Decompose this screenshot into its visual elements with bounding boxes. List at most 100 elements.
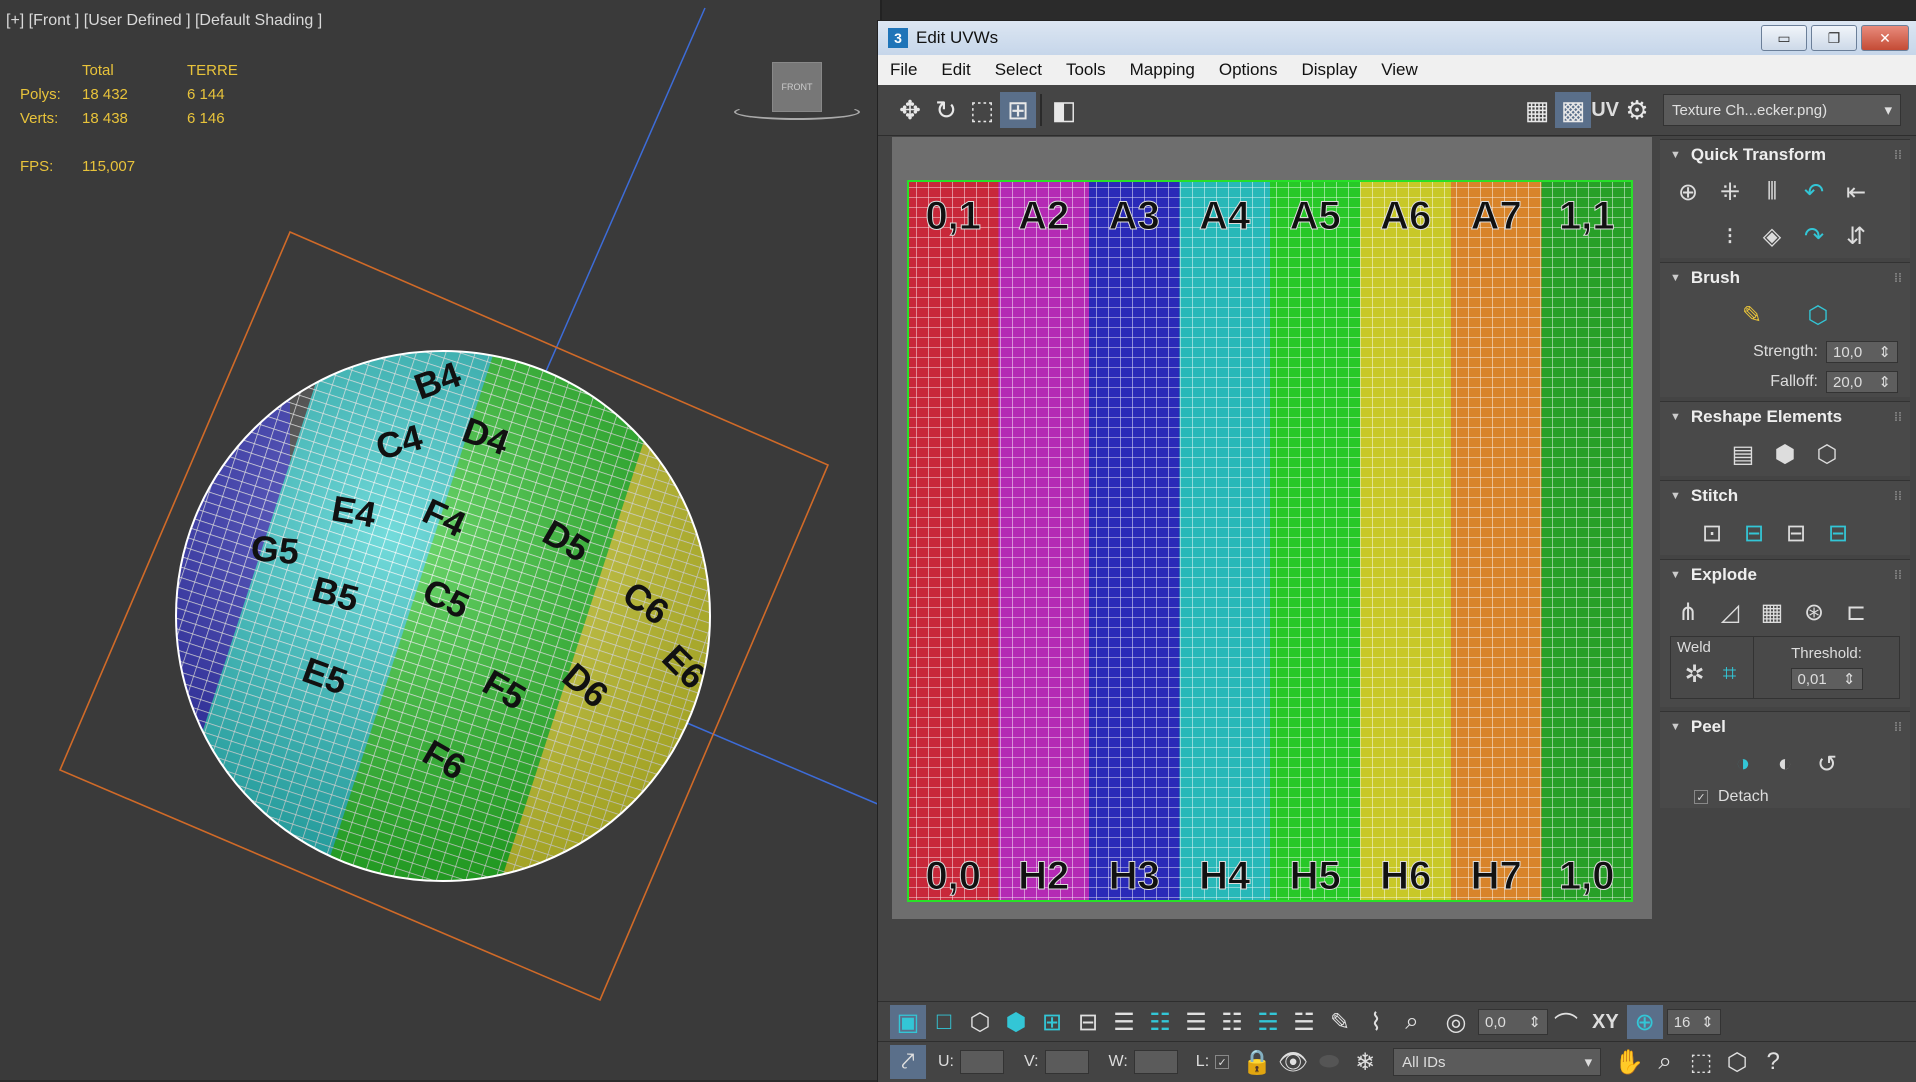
perspective-viewport[interactable]: B4 C4 D4 E4 F4 B5 C5 D5 E5 F5 C6 D6 E6 F6 G5 [+] [Fron… <box>0 0 882 1080</box>
weld-target-icon[interactable]: ⌗ <box>1712 656 1747 692</box>
viewport-label[interactable]: [+] [Front ] [User Defined ] [Default Sh… <box>6 12 322 30</box>
close-button[interactable]: ✕ <box>1861 25 1909 51</box>
zoom-icon[interactable]: ⌕ <box>1647 1045 1683 1079</box>
falloff-curve-icon[interactable]: ⌒ <box>1548 1005 1584 1039</box>
w-field[interactable] <box>1133 1050 1178 1074</box>
quick-transform-header[interactable]: ▼ Quick Transform ⁞⁞ <box>1660 140 1910 170</box>
pivot-icon[interactable]: ⊕ <box>1670 174 1706 210</box>
rotate-icon[interactable]: ↻ <box>928 92 964 128</box>
ids-dropdown[interactable]: All IDs ▾ <box>1393 1048 1602 1076</box>
reshape-elements-header[interactable]: ▼ Reshape Elements ⁞⁞ <box>1660 402 1910 432</box>
menu-options[interactable]: Options <box>1207 60 1290 80</box>
minimize-button[interactable]: ▭ <box>1761 25 1807 51</box>
peel-header[interactable]: ▼ Peel ⁞⁞ <box>1660 712 1910 742</box>
space-vertical-icon[interactable]: ⇵ <box>1838 218 1874 254</box>
stitch-source-icon[interactable]: ⊟ <box>1736 515 1772 551</box>
weld-selected-icon[interactable]: ✲ <box>1677 656 1712 692</box>
zoom-extents-icon[interactable]: ⬡ <box>1719 1045 1755 1079</box>
select-edge-icon[interactable]: □ <box>926 1005 962 1039</box>
xy-label[interactable]: XY <box>1592 1011 1619 1034</box>
lasso-icon[interactable]: ⌇ <box>1358 1005 1394 1039</box>
freeze-icon[interactable]: ❄ <box>1347 1045 1383 1079</box>
loop-icon[interactable]: ☰ <box>1106 1005 1142 1039</box>
settings-icon[interactable]: ⚙ <box>1619 92 1655 128</box>
menu-tools[interactable]: Tools <box>1054 60 1118 80</box>
peel-mode-icon[interactable]: ◐ <box>1767 746 1803 782</box>
mirror-icon[interactable]: ◧ <box>1046 92 1082 128</box>
paint-select-icon[interactable]: ✎ <box>1322 1005 1358 1039</box>
align-vertical-icon[interactable]: ⦀ <box>1754 174 1790 210</box>
edge-select-icon[interactable]: ☱ <box>1286 1005 1322 1039</box>
explode-header[interactable]: ▼ Explode ⁞⁞ <box>1660 560 1910 590</box>
rotate-ccw-icon[interactable]: ↶ <box>1796 174 1832 210</box>
break-icon[interactable]: ⋔ <box>1670 594 1706 630</box>
maximize-button[interactable]: ❐ <box>1811 25 1857 51</box>
menu-mapping[interactable]: Mapping <box>1118 60 1207 80</box>
select-element-icon[interactable]: ⬢ <box>998 1005 1034 1039</box>
transform-type-icon[interactable]: ⤤ <box>890 1045 926 1079</box>
ring-grow-icon[interactable]: ☷ <box>1214 1005 1250 1039</box>
strength-spinner[interactable]: 10,0 ⇕ <box>1826 341 1898 363</box>
uv-axis-label[interactable]: UV <box>1591 99 1619 122</box>
grid-snap-icon[interactable]: ⊕ <box>1626 1005 1663 1039</box>
freeform-icon[interactable]: ⊞ <box>1000 92 1036 128</box>
threshold-spinner[interactable]: 0,01 ⇕ <box>1790 668 1863 690</box>
stitch-target-icon[interactable]: ⊟ <box>1820 515 1856 551</box>
pan-icon[interactable]: ✋ <box>1611 1045 1647 1079</box>
menu-select[interactable]: Select <box>983 60 1054 80</box>
scale-icon[interactable]: ⬚ <box>964 92 1000 128</box>
l-checkbox[interactable]: ✓ <box>1215 1055 1230 1069</box>
hide-icon[interactable]: 👁 <box>1275 1045 1311 1079</box>
u-field[interactable] <box>960 1050 1004 1074</box>
detach-edge-icon[interactable]: ◿ <box>1712 594 1748 630</box>
falloff-spinner[interactable]: 20,0 ⇕ <box>1826 371 1898 393</box>
linear-align-icon[interactable]: ◈ <box>1754 218 1790 254</box>
align-to-edge-icon[interactable]: ⁝ <box>1712 218 1748 254</box>
show-icon[interactable]: ⬬ <box>1311 1045 1347 1079</box>
checker-toggle-icon[interactable]: ▦ <box>1519 92 1555 128</box>
zoom-region-icon[interactable]: ⬚ <box>1683 1045 1719 1079</box>
brush-select-icon[interactable]: ⌕ <box>1394 1005 1430 1039</box>
quick-peel-icon[interactable]: ◑ <box>1725 746 1761 782</box>
title-bar[interactable]: 3 Edit UVWs ▭ ❐ ✕ <box>878 21 1916 55</box>
help-icon[interactable]: ? <box>1755 1045 1791 1079</box>
soft-selection-icon[interactable]: ◎ <box>1438 1005 1474 1039</box>
detach-checkbox[interactable]: ✓ <box>1694 790 1708 804</box>
select-vertex-icon[interactable]: ▣ <box>890 1005 926 1039</box>
ring-icon[interactable]: ☰ <box>1178 1005 1214 1039</box>
grow-selection-icon[interactable]: ⊞ <box>1034 1005 1070 1039</box>
ring-shrink-icon[interactable]: ☵ <box>1250 1005 1286 1039</box>
soft-selection-spinner[interactable]: 0,0 ⇕ <box>1478 1009 1548 1035</box>
align-horizontal-icon[interactable]: ⁜ <box>1712 174 1748 210</box>
rotate-cw-icon[interactable]: ↷ <box>1796 218 1832 254</box>
menu-file[interactable]: File <box>878 60 929 80</box>
paint-move-icon[interactable]: ✎ <box>1734 297 1770 333</box>
space-horizontal-icon[interactable]: ⇤ <box>1838 174 1874 210</box>
flatten-icon[interactable]: ▦ <box>1754 594 1790 630</box>
texture-dropdown[interactable]: Texture Ch...ecker.png) ▾ <box>1663 94 1901 126</box>
v-field[interactable] <box>1044 1050 1089 1074</box>
checker-pattern-icon[interactable]: ▩ <box>1555 92 1592 128</box>
stitch-custom-icon[interactable]: ⊡ <box>1694 515 1730 551</box>
relax-icon[interactable]: ⬢ <box>1767 436 1803 472</box>
uv-editor-canvas[interactable]: 0,1 A2 A3 A4 A5 A6 A7 1,1 0,0 H2 H3 H4 H5 H6 H7 1,0 <box>892 137 1652 919</box>
flatten-smoothing-icon[interactable]: ⊛ <box>1796 594 1832 630</box>
loop-grow-icon[interactable]: ☷ <box>1142 1005 1178 1039</box>
textured-sphere[interactable]: B4C4 D4E4 F4B5 C5D5E5 F5C6D6 E6F6G5 <box>96 269 824 997</box>
shrink-selection-icon[interactable]: ⊟ <box>1070 1005 1106 1039</box>
move-icon[interactable]: ✥ <box>892 92 928 128</box>
stitch-average-icon[interactable]: ⊟ <box>1778 515 1814 551</box>
menu-edit[interactable]: Edit <box>929 60 982 80</box>
menu-view[interactable]: View <box>1369 60 1430 80</box>
stitch-header[interactable]: ▼ Stitch ⁞⁞ <box>1660 481 1910 511</box>
select-face-icon[interactable]: ⬡ <box>962 1005 998 1039</box>
snap-spinner[interactable]: 16 ⇕ <box>1666 1009 1721 1035</box>
lock-icon[interactable]: 🔒 <box>1239 1045 1275 1079</box>
flatten-material-icon[interactable]: ⊏ <box>1838 594 1874 630</box>
straighten-icon[interactable]: ▤ <box>1725 436 1761 472</box>
reset-peel-icon[interactable]: ↺ <box>1809 746 1845 782</box>
brush-header[interactable]: ▼ Brush ⁞⁞ <box>1660 263 1910 293</box>
box-icon[interactable]: ⬡ <box>1809 436 1845 472</box>
view-cube-ring[interactable] <box>734 104 860 120</box>
relax-brush-icon[interactable]: ⬡ <box>1800 297 1836 333</box>
